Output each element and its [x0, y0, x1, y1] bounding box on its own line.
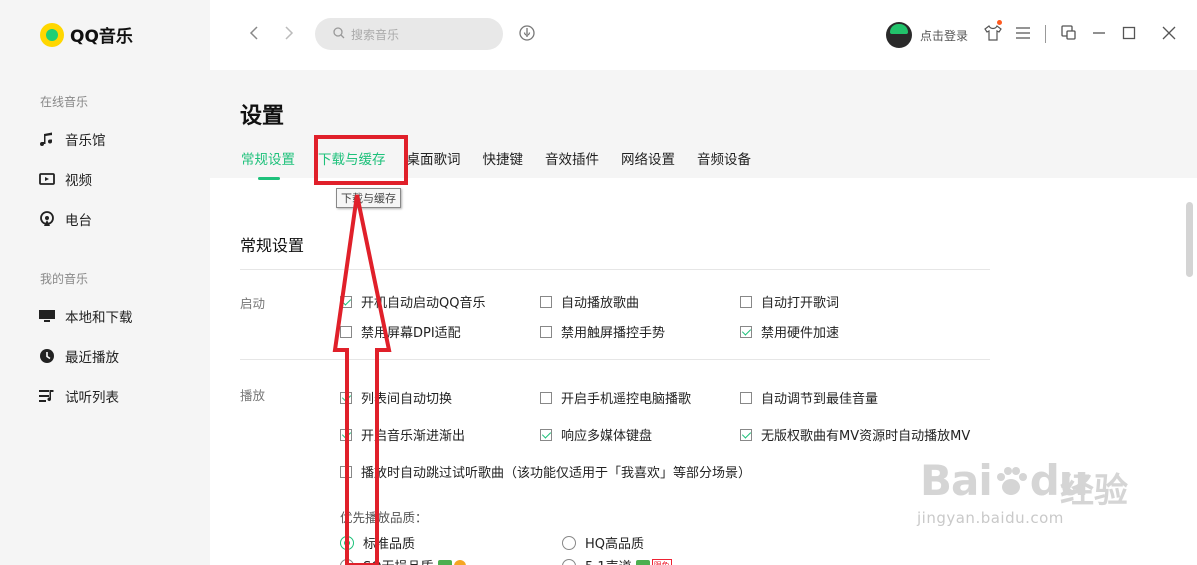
logo-text: QQ音乐	[70, 27, 133, 47]
sidebar-section-my-music: 我的音乐	[40, 272, 89, 286]
watermark-url: jingyan.baidu.com	[917, 509, 1064, 527]
watermark-cn: 经验	[1060, 471, 1128, 511]
radio-icon	[38, 210, 56, 228]
coin-badge-icon	[453, 559, 466, 565]
sidebar-item-radio[interactable]: 电台	[38, 209, 92, 229]
option-label: 自动打开歌词	[761, 296, 840, 311]
sidebar-section-online: 在线音乐	[40, 95, 89, 109]
checkbox[interactable]	[740, 391, 752, 404]
sidebar-item-recent[interactable]: 最近播放	[38, 346, 119, 366]
limited-free-badge: 限免	[651, 559, 672, 565]
option-label: 无版权歌曲有MV资源时自动播放MV	[761, 429, 971, 444]
group-label-playback: 播放	[240, 388, 266, 403]
notification-dot	[997, 20, 1002, 25]
vip-badge-icon	[635, 559, 650, 565]
monitor-icon	[38, 307, 56, 325]
page-title: 设置	[240, 104, 285, 129]
option-label: 5.1声道	[585, 556, 632, 565]
tab-network[interactable]: 网络设置	[621, 148, 675, 168]
option-auto-lyrics[interactable]: 自动打开歌词	[740, 292, 839, 311]
avatar	[886, 22, 912, 48]
option-auto-volume[interactable]: 自动调节到最佳音量	[740, 388, 878, 407]
radio[interactable]	[562, 535, 576, 550]
mini-mode-icon[interactable]	[1060, 24, 1078, 42]
search-input[interactable]: 搜索音乐	[315, 18, 503, 50]
quality-hq[interactable]: HQ高品质	[562, 533, 644, 552]
app-logo[interactable]: QQ音乐	[40, 22, 133, 47]
minimize-icon[interactable]	[1090, 24, 1108, 42]
sidebar-item-label: 最近播放	[65, 350, 119, 366]
qq-music-logo-icon	[40, 22, 64, 47]
option-label: 自动调节到最佳音量	[761, 392, 879, 407]
skin-icon[interactable]	[984, 24, 1002, 42]
playlist-icon	[38, 387, 56, 405]
login-label: 点击登录	[920, 28, 969, 43]
annotation-arrow-icon	[332, 194, 392, 565]
option-label: HQ高品质	[585, 537, 645, 552]
checkbox[interactable]	[540, 325, 552, 338]
tab-sound-plugins[interactable]: 音效插件	[545, 148, 599, 168]
option-phone-remote[interactable]: 开启手机遥控电脑播歌	[540, 388, 691, 407]
back-arrow-icon[interactable]	[245, 24, 263, 42]
option-label: 禁用硬件加速	[761, 326, 840, 341]
maximize-icon[interactable]	[1120, 24, 1138, 42]
search-placeholder: 搜索音乐	[351, 27, 400, 42]
top-bar: 搜索音乐 点击登录	[210, 0, 1197, 70]
voice-search-icon[interactable]	[518, 24, 536, 42]
quality-51[interactable]: 5.1声道 限免	[562, 556, 672, 565]
video-icon	[38, 170, 56, 188]
tab-audio-device[interactable]: 音频设备	[697, 148, 751, 168]
option-label: 响应多媒体键盘	[561, 429, 653, 444]
sidebar-item-label: 本地和下载	[65, 310, 133, 326]
radio[interactable]	[562, 558, 576, 565]
forward-arrow-icon[interactable]	[280, 24, 298, 42]
sidebar-item-local-download[interactable]: 本地和下载	[38, 306, 133, 326]
sidebar: QQ音乐 在线音乐 音乐馆 视频 电台 我的音乐 本地和下载 最近播放 试听列表	[0, 0, 210, 565]
option-label: 播放时自动跳过试听歌曲（该功能仅适用于「我喜欢」等部分场景）	[361, 466, 752, 481]
checkbox[interactable]	[540, 391, 552, 404]
tab-general[interactable]: 常规设置	[241, 148, 295, 180]
checkbox[interactable]	[740, 428, 752, 441]
option-disable-touch[interactable]: 禁用触屏播控手势	[540, 322, 665, 341]
music-note-icon	[38, 130, 56, 148]
group-label-startup: 启动	[240, 296, 266, 311]
menu-icon[interactable]	[1014, 24, 1032, 42]
sidebar-item-label: 音乐馆	[65, 133, 106, 149]
scrollbar[interactable]	[1186, 202, 1193, 277]
login-button[interactable]: 点击登录	[886, 22, 968, 48]
tab-desktop-lyrics[interactable]: 桌面歌词	[407, 148, 461, 168]
divider	[1045, 25, 1046, 43]
option-label: 开启手机遥控电脑播歌	[561, 392, 692, 407]
section-title: 常规设置	[240, 236, 305, 255]
option-media-keys[interactable]: 响应多媒体键盘	[540, 425, 652, 444]
checkbox[interactable]	[540, 428, 552, 441]
option-auto-mv[interactable]: 无版权歌曲有MV资源时自动播放MV	[740, 425, 970, 444]
option-label: 禁用触屏播控手势	[561, 326, 666, 341]
vip-badge-icon	[437, 559, 452, 565]
sidebar-item-label: 电台	[65, 213, 92, 229]
sidebar-item-video[interactable]: 视频	[38, 169, 92, 189]
option-disable-hw-accel[interactable]: 禁用硬件加速	[740, 322, 839, 341]
paw-icon	[994, 460, 1028, 495]
checkbox[interactable]	[740, 325, 752, 338]
tab-hotkeys[interactable]: 快捷键	[483, 148, 524, 168]
checkbox[interactable]	[540, 295, 552, 308]
search-icon	[333, 26, 345, 42]
sidebar-item-label: 试听列表	[65, 390, 119, 406]
option-label: 自动播放歌曲	[561, 296, 640, 311]
close-icon[interactable]	[1160, 24, 1178, 42]
sidebar-item-label: 视频	[65, 173, 92, 189]
checkbox[interactable]	[740, 295, 752, 308]
sidebar-item-trial-list[interactable]: 试听列表	[38, 386, 119, 406]
clock-icon	[38, 347, 56, 365]
annotation-highlight-box	[314, 135, 408, 185]
option-auto-play[interactable]: 自动播放歌曲	[540, 292, 639, 311]
sidebar-item-music-hall[interactable]: 音乐馆	[38, 129, 106, 149]
